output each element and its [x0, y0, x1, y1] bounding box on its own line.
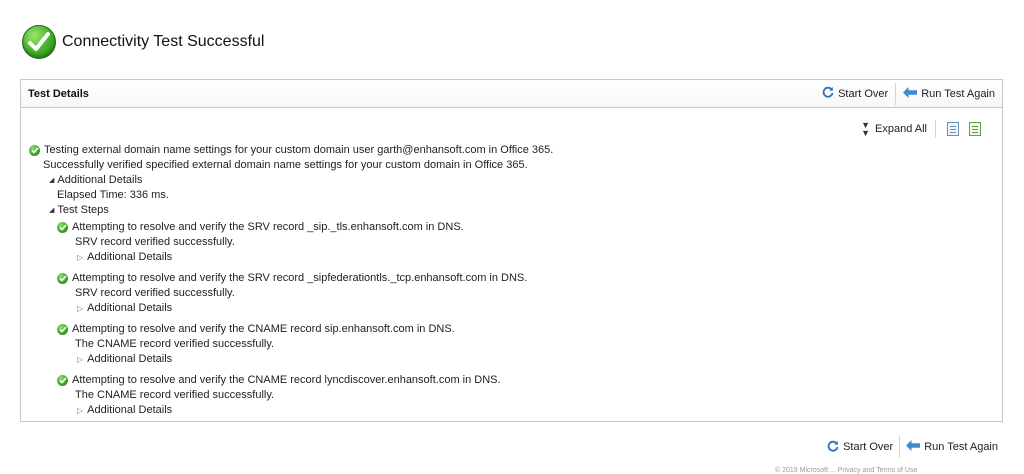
start-over-label: Start Over	[843, 441, 894, 453]
expand-triangle-icon: ▷	[77, 304, 84, 313]
collapse-triangle-icon: ◢	[49, 177, 55, 184]
panel-actions: Start Over Run Test Again	[815, 80, 1002, 107]
test-steps-toggle[interactable]: ◢ Test Steps	[29, 203, 992, 218]
back-arrow-icon	[903, 86, 918, 101]
step-title-row: Attempting to resolve and verify the SRV…	[29, 271, 992, 286]
summary-title: Testing external domain name settings fo…	[44, 144, 554, 156]
step-additional-details-toggle[interactable]: ▷ Additional Details	[29, 352, 992, 367]
start-over-button[interactable]: Start Over	[815, 80, 895, 107]
step-result: The CNAME record verified successfully.	[75, 338, 275, 350]
collapse-triangle-icon: ◢	[49, 207, 55, 214]
test-step: Attempting to resolve and verify the CNA…	[29, 373, 992, 418]
test-step: Attempting to resolve and verify the SRV…	[29, 220, 992, 265]
run-test-again-button[interactable]: Run Test Again	[896, 80, 1002, 107]
expand-all-button[interactable]: ▼ ▼ Expand All	[861, 120, 927, 138]
results-tree: Testing external domain name settings fo…	[29, 143, 992, 418]
expand-all-icon: ▼ ▼	[861, 120, 870, 138]
step-details-label: Additional Details	[87, 404, 173, 416]
panel-header: Test Details Start Over Run Test Again	[21, 80, 1002, 108]
test-steps-label: Test Steps	[57, 204, 109, 216]
expand-triangle-icon: ▷	[77, 355, 84, 364]
step-additional-details-toggle[interactable]: ▷ Additional Details	[29, 301, 992, 316]
refresh-icon	[827, 440, 839, 455]
footer-text: © 2019 Microsoft ... Privacy and Terms o…	[775, 467, 918, 474]
run-test-again-button[interactable]: Run Test Again	[900, 436, 1004, 458]
panel-title: Test Details	[28, 87, 89, 100]
excel-export-icon[interactable]	[969, 122, 981, 136]
elapsed-time: Elapsed Time: 336 ms.	[57, 189, 169, 201]
additional-details-toggle[interactable]: ◢ Additional Details	[29, 173, 992, 188]
start-over-button[interactable]: Start Over	[821, 436, 899, 458]
run-test-again-label: Run Test Again	[924, 441, 998, 453]
divider	[935, 120, 936, 138]
step-result: The CNAME record verified successfully.	[75, 389, 275, 401]
start-over-label: Start Over	[838, 87, 889, 100]
html-export-icon[interactable]	[947, 122, 959, 136]
step-details-label: Additional Details	[87, 353, 173, 365]
back-arrow-icon	[906, 440, 921, 454]
success-check-icon	[57, 324, 68, 335]
success-check-icon	[57, 222, 68, 233]
expand-triangle-icon: ▷	[77, 253, 84, 262]
step-additional-details-toggle[interactable]: ▷ Additional Details	[29, 403, 992, 418]
summary-title-row: Testing external domain name settings fo…	[29, 143, 992, 158]
step-title-row: Attempting to resolve and verify the CNA…	[29, 322, 992, 337]
expand-all-label: Expand All	[875, 123, 927, 135]
expand-toolbar: ▼ ▼ Expand All	[861, 120, 986, 138]
test-step: Attempting to resolve and verify the CNA…	[29, 322, 992, 367]
result-header: Connectivity Test Successful	[22, 25, 264, 59]
bottom-actions: Start Over Run Test Again	[821, 436, 1004, 458]
step-title: Attempting to resolve and verify the SRV…	[72, 272, 528, 284]
step-title-row: Attempting to resolve and verify the CNA…	[29, 373, 992, 388]
step-details-label: Additional Details	[87, 302, 173, 314]
step-additional-details-toggle[interactable]: ▷ Additional Details	[29, 250, 992, 265]
success-check-icon	[22, 25, 56, 59]
success-check-icon	[57, 375, 68, 386]
additional-details-label: Additional Details	[57, 174, 143, 186]
step-title: Attempting to resolve and verify the CNA…	[72, 374, 501, 386]
expand-triangle-icon: ▷	[77, 406, 84, 415]
test-details-panel: Test Details Start Over Run Test Again ▼…	[20, 79, 1003, 422]
test-step: Attempting to resolve and verify the SRV…	[29, 271, 992, 316]
step-details-label: Additional Details	[87, 251, 173, 263]
run-test-again-label: Run Test Again	[921, 87, 995, 100]
step-result: SRV record verified successfully.	[75, 236, 235, 248]
page-title: Connectivity Test Successful	[62, 33, 265, 50]
step-result: SRV record verified successfully.	[75, 287, 235, 299]
step-title-row: Attempting to resolve and verify the SRV…	[29, 220, 992, 235]
step-title: Attempting to resolve and verify the SRV…	[72, 221, 464, 233]
summary-result: Successfully verified specified external…	[43, 159, 528, 171]
step-title: Attempting to resolve and verify the CNA…	[72, 323, 455, 335]
success-check-icon	[29, 145, 40, 156]
refresh-icon	[822, 86, 834, 101]
success-check-icon	[57, 273, 68, 284]
